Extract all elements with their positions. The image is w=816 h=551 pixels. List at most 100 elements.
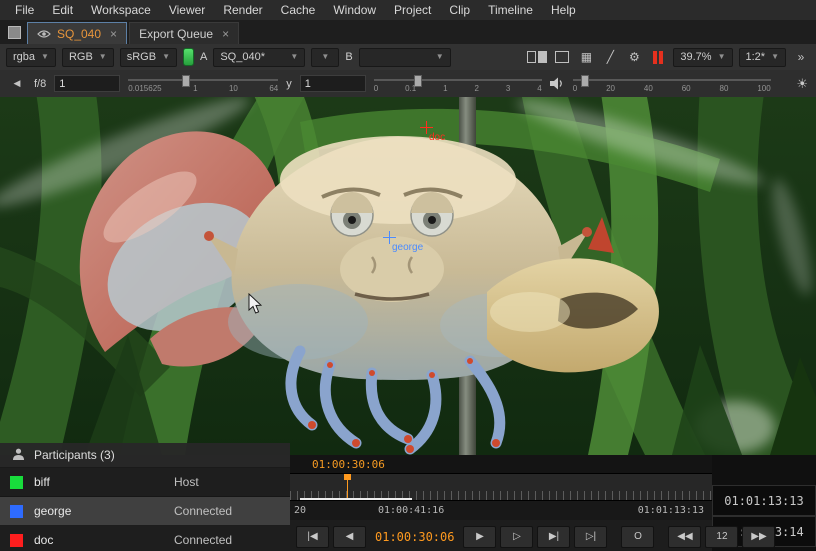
input-a-label: A [200, 51, 207, 63]
timeline-panel: 01:00:30:06 20 01:00:41:16 01:01:13:13 |… [290, 455, 816, 551]
go-to-start-button[interactable]: |◀ [296, 526, 329, 548]
menu-timeline[interactable]: Timeline [479, 3, 542, 17]
participants-header[interactable]: Participants (3) [0, 443, 290, 468]
lamp-icon[interactable]: ☀ [796, 76, 808, 92]
gain-slider[interactable]: 0.015625 1 10 64 [128, 73, 278, 95]
current-timecode-field[interactable]: 01:00:30:06 [370, 530, 459, 544]
pane-menu-icon[interactable] [4, 22, 24, 42]
menu-help[interactable]: Help [542, 3, 585, 17]
close-icon[interactable]: × [222, 27, 229, 41]
menu-bar: File Edit Workspace Viewer Render Cache … [0, 0, 816, 21]
chevron-down-icon: ▼ [718, 53, 726, 61]
wipe-icon[interactable]: ▦ [577, 48, 595, 66]
go-to-end-button[interactable]: ▷| [574, 526, 607, 548]
fast-forward-button[interactable]: ▶▶ [742, 526, 775, 548]
menu-clip[interactable]: Clip [440, 3, 479, 17]
eye-icon[interactable] [37, 29, 51, 39]
rewind-button[interactable]: ◀◀ [668, 526, 701, 548]
gamma-tick: 2 [475, 84, 479, 93]
speaker-icon[interactable] [550, 77, 565, 90]
marker-label: george [392, 242, 423, 253]
menu-workspace[interactable]: Workspace [82, 3, 160, 17]
play-button[interactable]: ▶ [463, 526, 496, 548]
gear-icon[interactable]: ⚙ [625, 48, 643, 66]
range-end: 01:01:13:13 [638, 505, 704, 516]
chevron-down-icon: ▼ [162, 53, 170, 61]
chevron-down-icon: ▼ [290, 53, 298, 61]
gamma-input[interactable]: 1 [300, 75, 366, 92]
menu-viewer[interactable]: Viewer [160, 3, 214, 17]
display-select[interactable]: RGB▼ [62, 48, 114, 67]
play-alt-button[interactable]: ▷ [500, 526, 533, 548]
transport-bar: |◀ ◀ 01:00:30:06 ▶ ▷ ▶| ▷| O ◀◀ 12 ▶▶ [290, 520, 712, 551]
blend-mode-select[interactable]: ▼ [311, 48, 339, 67]
menu-render[interactable]: Render [214, 3, 271, 17]
menu-file[interactable]: File [6, 3, 43, 17]
gamma-tick: 0 [374, 84, 378, 93]
chevron-down-icon: ▼ [321, 53, 329, 61]
menu-cache[interactable]: Cache [272, 3, 325, 17]
gamma-tick: 1 [443, 84, 447, 93]
playhead-marker[interactable] [347, 474, 348, 500]
chevron-down-icon: ▼ [771, 53, 779, 61]
participant-status: Connected [174, 533, 232, 547]
gamma-slider[interactable]: 0 0.1 1 2 3 4 [374, 73, 542, 95]
proxy-select[interactable]: 1:2* ▼ [739, 48, 787, 67]
cache-indicator [300, 498, 412, 500]
tab-export-queue[interactable]: Export Queue × [129, 22, 239, 44]
close-icon[interactable]: × [110, 27, 117, 41]
volume-tick: 60 [682, 84, 691, 93]
marker-george[interactable]: george [383, 231, 396, 244]
volume-tick: 40 [644, 84, 653, 93]
range-start: 20 [294, 505, 306, 516]
viewer-canvas[interactable]: doc george [0, 97, 816, 455]
marker-label: doc [429, 132, 445, 143]
playhead-row: 01:00:30:06 [290, 455, 712, 473]
participant-color-swatch [10, 534, 23, 547]
input-a-select[interactable]: SQ_040* ▼ [213, 48, 305, 67]
menu-window[interactable]: Window [324, 3, 385, 17]
viewer-image [0, 97, 816, 455]
layout-split-icon[interactable] [527, 48, 547, 66]
fps-box[interactable]: 12 [705, 526, 738, 548]
step-back-button[interactable]: ◀ [333, 526, 366, 548]
participant-row[interactable]: doc Connected [0, 526, 290, 551]
tab-sq040[interactable]: SQ_040 × [27, 22, 127, 44]
overflow-chevrons-icon[interactable]: » [792, 48, 810, 66]
menu-project[interactable]: Project [385, 3, 440, 17]
layout-single-icon[interactable] [553, 48, 571, 66]
person-icon [12, 448, 25, 463]
gain-tick: 0.015625 [128, 84, 161, 93]
out-timecode-display: 01:01:13:13 [712, 485, 816, 516]
participant-name: george [34, 504, 174, 518]
input-a-value: SQ_040* [220, 51, 265, 63]
slash-overlay-icon[interactable]: ╱ [601, 48, 619, 66]
gain-tick: 10 [229, 84, 238, 93]
participant-row[interactable]: biff Host [0, 468, 290, 497]
render-indicator-icon[interactable] [649, 48, 667, 66]
volume-slider[interactable]: 0 20 40 60 80 100 [573, 73, 771, 95]
prev-icon[interactable]: ◀ [8, 75, 26, 93]
range-row[interactable]: 20 01:00:41:16 01:01:13:13 [290, 501, 712, 520]
channels-select[interactable]: rgba ▼ [6, 48, 56, 67]
gain-input[interactable]: 1 [54, 75, 120, 92]
status-capsule-icon[interactable] [183, 48, 194, 66]
proxy-value: 1:2* [746, 51, 766, 63]
timeline-ruler[interactable] [290, 473, 712, 501]
colorspace-select[interactable]: sRGB▼ [120, 48, 177, 67]
volume-tick: 100 [757, 84, 770, 93]
gamma-tick: 0.1 [405, 84, 416, 93]
step-forward-button[interactable]: ▶| [537, 526, 570, 548]
participant-name: doc [34, 533, 174, 547]
tab-label: Export Queue [139, 27, 213, 41]
zoom-select[interactable]: 39.7%▼ [673, 48, 732, 67]
mouse-cursor-icon [248, 293, 262, 319]
loop-button[interactable]: O [621, 526, 654, 548]
channels-value: rgba [13, 51, 35, 63]
marker-doc[interactable]: doc [420, 121, 433, 134]
chevron-down-icon: ▼ [436, 53, 444, 61]
participant-row[interactable]: george Connected [0, 497, 290, 526]
menu-edit[interactable]: Edit [43, 3, 82, 17]
input-b-select[interactable]: ▼ [359, 48, 451, 67]
chevron-down-icon: ▼ [41, 53, 49, 61]
